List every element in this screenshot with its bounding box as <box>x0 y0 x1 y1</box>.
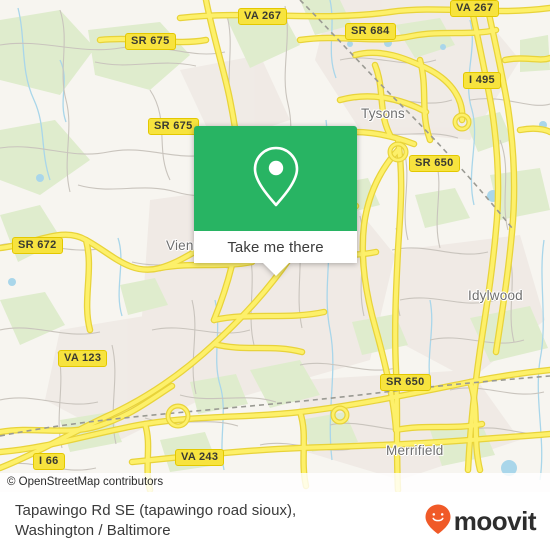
moovit-logo[interactable]: moovit <box>424 503 537 540</box>
location-title-line2: Washington / Baltimore <box>15 522 171 539</box>
map-screenshot: VA 267 SR 684 VA 267 SR 675 I 495 SR 675… <box>0 0 550 550</box>
moovit-smiley-pin-icon <box>424 503 452 540</box>
road-shield: I 66 <box>33 453 65 470</box>
location-title-line1: Tapawingo Rd SE (tapawingo road sioux), <box>15 502 297 519</box>
road-shield: VA 243 <box>175 449 225 466</box>
road-shield: VA 267 <box>238 8 288 25</box>
popup-tail-icon <box>262 263 289 276</box>
take-me-there-label: Take me there <box>227 238 324 256</box>
footer-bar: Tapawingo Rd SE (tapawingo road sioux), … <box>0 492 550 550</box>
place-label-tysons: Tysons <box>361 106 405 121</box>
osm-attribution[interactable]: © OpenStreetMap contributors <box>0 473 550 492</box>
moovit-wordmark: moovit <box>453 506 537 536</box>
road-shield: SR 675 <box>125 33 176 50</box>
road-shield: VA 267 <box>450 0 500 17</box>
road-shield: VA 123 <box>58 350 108 367</box>
road-shield: I 495 <box>463 72 501 89</box>
take-me-there-popup[interactable]: Take me there <box>194 126 357 276</box>
road-shield: SR 650 <box>380 374 431 391</box>
road-shield: SR 675 <box>148 118 199 135</box>
popup-icon-area <box>194 126 357 231</box>
map-canvas[interactable]: VA 267 SR 684 VA 267 SR 675 I 495 SR 675… <box>0 0 550 492</box>
popup-action-area[interactable]: Take me there <box>194 231 357 263</box>
road-shield: SR 672 <box>12 237 63 254</box>
place-label-merrifield: Merrifield <box>386 443 444 458</box>
road-shield: SR 650 <box>409 155 460 172</box>
map-pin-icon <box>250 144 302 213</box>
road-shield: SR 684 <box>345 23 396 40</box>
place-label-idylwood: Idylwood <box>468 288 523 303</box>
location-title: Tapawingo Rd SE (tapawingo road sioux), … <box>15 501 296 541</box>
